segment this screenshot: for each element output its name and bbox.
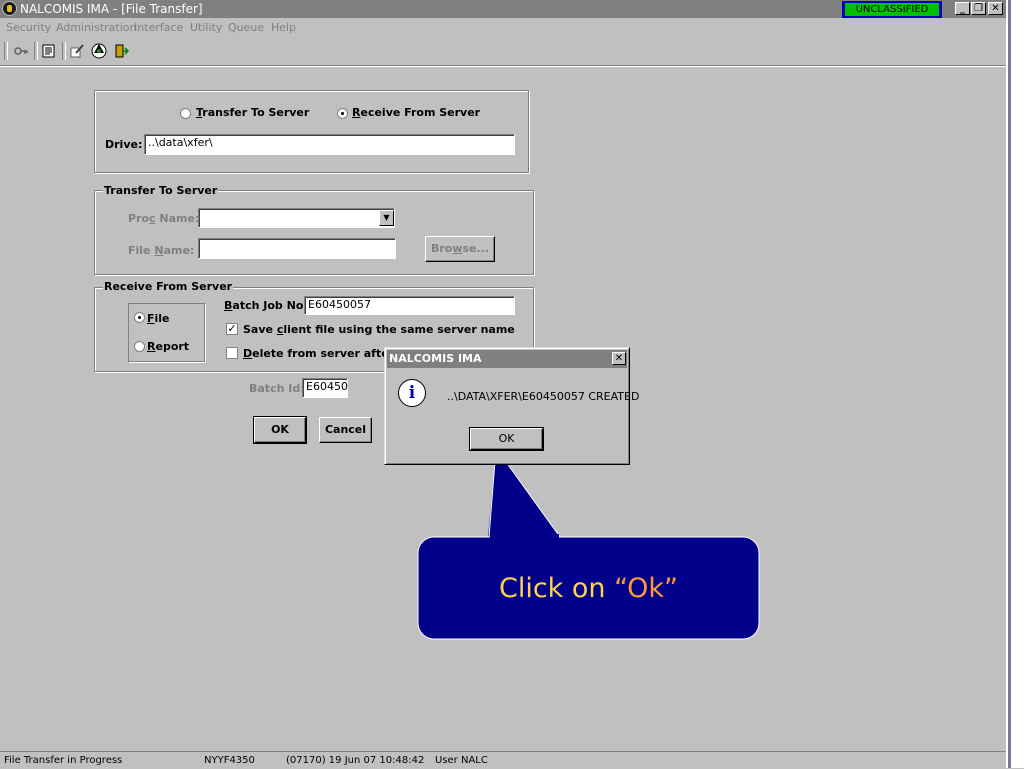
receive-group-legend: Receive From Server	[103, 280, 234, 293]
menu-queue[interactable]: Queue	[228, 21, 264, 34]
restore-button[interactable]: ❐	[971, 2, 986, 15]
batch-job-no-label: Batch Job No:	[224, 299, 308, 312]
proc-name-select[interactable]	[198, 208, 395, 228]
cancel-button[interactable]: Cancel	[319, 417, 372, 443]
batch-job-no-input[interactable]: E60450057	[304, 296, 515, 315]
proc-name-label: Proc Name:	[128, 212, 200, 225]
menu-administration[interactable]: Administration	[56, 21, 137, 34]
save-client-file-checkbox[interactable]: ✓	[226, 323, 238, 335]
receive-from-server-radio[interactable]	[337, 108, 348, 119]
menu-security[interactable]: Security	[6, 21, 51, 34]
ok-button[interactable]: OK	[253, 416, 307, 444]
exit-door-icon[interactable]	[111, 41, 131, 61]
toolbar-separator	[62, 42, 66, 60]
mode-group	[94, 90, 529, 173]
transfer-to-server-label[interactable]: Transfer To Server	[196, 106, 309, 119]
toolbar-separator	[34, 42, 38, 60]
drive-label: Drive:	[105, 138, 143, 151]
window-title: NALCOMIS IMA - [File Transfer]	[20, 2, 203, 16]
callout-quoted: “Ok”	[614, 572, 679, 604]
drive-input[interactable]: ..\data\xfer\	[144, 134, 515, 155]
receive-from-server-label[interactable]: Receive From Server	[352, 106, 480, 119]
report-type-label[interactable]: Report	[147, 340, 189, 353]
save-client-file-label[interactable]: Save client file using the same server n…	[243, 323, 515, 336]
edit-icon[interactable]	[67, 41, 87, 61]
globe-icon[interactable]	[89, 41, 109, 61]
app-icon[interactable]	[2, 1, 17, 16]
classification-label: UNCLASSIFIED	[845, 3, 939, 16]
batch-id-label: Batch Id:	[249, 382, 305, 395]
dialog-title-bar: NALCOMIS IMA ✕	[387, 350, 627, 368]
info-dialog: NALCOMIS IMA ✕ i ..\DATA\XFER\E60450057 …	[384, 347, 639, 465]
file-name-label: File Name:	[128, 244, 195, 257]
batch-id-input[interactable]: E60450	[302, 378, 348, 398]
key-icon[interactable]	[11, 41, 31, 61]
menu-help[interactable]: Help	[271, 21, 296, 34]
report-type-radio[interactable]	[134, 341, 145, 352]
file-name-input[interactable]	[198, 238, 396, 259]
transfer-to-server-radio[interactable]	[180, 108, 191, 119]
callout-text: Click on “Ok”	[418, 537, 759, 639]
right-edge-strip	[1006, 0, 1024, 768]
browse-button[interactable]: Browse...	[425, 236, 495, 262]
toolbar-grip	[4, 42, 8, 60]
info-icon: i	[398, 379, 426, 407]
menu-interface[interactable]: Interface	[134, 21, 183, 34]
transfer-group-legend: Transfer To Server	[103, 184, 219, 197]
status-datetime: (07170) 19 Jun 07 10:48:42	[286, 755, 425, 766]
dialog-message: ..\DATA\XFER\E60450057 CREATED	[447, 390, 640, 403]
menu-utility[interactable]: Utility	[190, 21, 222, 34]
dialog-title: NALCOMIS IMA	[389, 352, 482, 365]
minimize-button[interactable]: _	[955, 2, 970, 15]
status-bar: File Transfer in Progress NYYF4350 (0717…	[0, 751, 1006, 769]
delete-from-server-checkbox[interactable]	[226, 347, 238, 359]
status-message: File Transfer in Progress	[4, 755, 123, 766]
chevron-down-icon[interactable]: ▼	[379, 210, 394, 226]
file-type-radio[interactable]	[134, 312, 145, 323]
menu-bar: Security Administration Interface Utilit…	[0, 18, 1006, 38]
transfer-to-server-group	[94, 190, 534, 275]
title-bar: NALCOMIS IMA - [File Transfer] UNCLASSIF…	[0, 0, 1006, 20]
status-user: User NALC	[435, 755, 488, 766]
toolbar	[0, 38, 1006, 66]
close-icon[interactable]: ✕	[612, 352, 626, 365]
delete-from-server-label[interactable]: Delete from server after fi	[243, 347, 406, 360]
document-icon[interactable]	[39, 41, 59, 61]
dialog-ok-button[interactable]: OK	[469, 427, 544, 451]
close-window-button[interactable]: ✕	[988, 2, 1003, 15]
file-type-label[interactable]: File	[147, 312, 170, 325]
status-workstation: NYYF4350	[204, 755, 255, 766]
callout-prefix: Click on	[498, 572, 615, 604]
